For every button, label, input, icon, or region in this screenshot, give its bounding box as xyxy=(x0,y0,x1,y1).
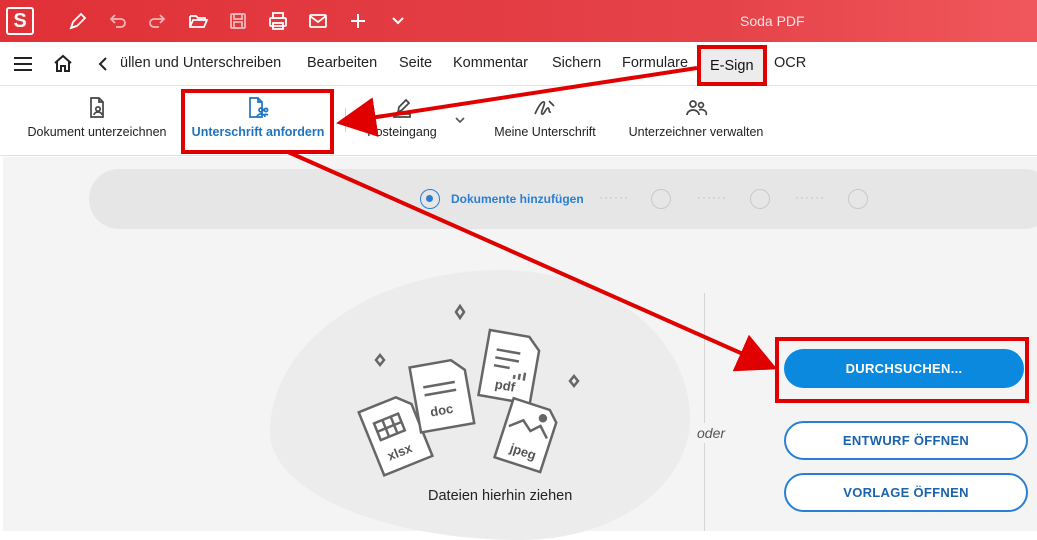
menu-edit[interactable]: Bearbeiten xyxy=(307,55,377,71)
open-draft-button[interactable]: ENTWURF ÖFFNEN xyxy=(784,421,1028,460)
ribbon-label: Dokument unterzeichnen xyxy=(27,125,167,139)
redo-icon[interactable] xyxy=(145,9,169,33)
ribbon-label: Posteingang xyxy=(367,125,437,139)
open-template-button[interactable]: VORLAGE ÖFFNEN xyxy=(784,473,1028,512)
title-bar: S Soda PDF xyxy=(0,0,1037,42)
ribbon-label: Meine Unterschrift xyxy=(494,125,596,139)
ribbon-my-signature[interactable]: Meine Unterschrift xyxy=(486,86,604,156)
menu-bar: üllen und Unterschreiben Bearbeiten Seit… xyxy=(0,42,1037,121)
chevron-left-icon[interactable] xyxy=(96,55,110,78)
folder-open-icon[interactable] xyxy=(186,9,210,33)
ribbon-inbox[interactable]: Posteingang xyxy=(356,86,448,156)
mail-icon[interactable] xyxy=(306,9,330,33)
ribbon-label: Unterzeichner verwalten xyxy=(628,125,764,139)
menu-esign[interactable]: E-Sign xyxy=(697,45,767,86)
step-connector: ······ xyxy=(599,190,629,204)
menu-esign-label: E-Sign xyxy=(710,58,754,74)
chevron-down-icon[interactable] xyxy=(386,9,410,33)
inbox-dropdown-icon[interactable] xyxy=(454,112,466,130)
ribbon-manage-signers[interactable]: Unterzeichner verwalten xyxy=(622,86,770,156)
file-types-illustration: xlsx doc pdf jpeg xyxy=(357,303,580,477)
pen-icon[interactable] xyxy=(66,9,90,33)
step-1-label: Dokumente hinzufügen xyxy=(451,192,584,206)
menu-ocr[interactable]: OCR xyxy=(774,55,806,71)
home-icon[interactable] xyxy=(52,53,74,78)
save-icon[interactable] xyxy=(226,9,250,33)
undo-icon[interactable] xyxy=(106,9,130,33)
step-connector: ······ xyxy=(697,190,727,204)
vertical-divider xyxy=(704,293,705,531)
hamburger-menu-icon[interactable] xyxy=(12,55,34,78)
highlight-request-signature xyxy=(181,89,334,154)
soda-logo[interactable]: S xyxy=(6,7,34,35)
menu-forms[interactable]: Formulare xyxy=(622,55,688,71)
app-title: Soda PDF xyxy=(740,13,805,29)
users-icon xyxy=(683,96,709,120)
step-1-indicator[interactable] xyxy=(420,189,440,209)
plus-icon[interactable] xyxy=(346,9,370,33)
step-2-indicator[interactable] xyxy=(651,189,671,209)
step-3-indicator[interactable] xyxy=(750,189,770,209)
or-label: oder xyxy=(697,423,726,443)
ribbon: Dokument unterzeichnen Unterschrift anfo… xyxy=(0,86,1037,156)
document-user-icon xyxy=(84,96,110,120)
menu-secure[interactable]: Sichern xyxy=(552,55,601,71)
dropzone-label: Dateien hierhin ziehen xyxy=(428,488,573,504)
signature-icon xyxy=(532,96,558,120)
print-icon[interactable] xyxy=(266,9,290,33)
menu-comment[interactable]: Kommentar xyxy=(453,55,528,71)
step-4-indicator[interactable] xyxy=(848,189,868,209)
menu-page[interactable]: Seite xyxy=(399,55,432,71)
pen-tray-icon xyxy=(389,96,415,120)
step-connector: ······ xyxy=(795,190,825,204)
ribbon-separator xyxy=(345,108,346,132)
ribbon-sign-document[interactable]: Dokument unterzeichnen xyxy=(22,86,172,156)
highlight-browse-button xyxy=(775,337,1029,403)
menu-fill-sign[interactable]: üllen und Unterschreiben xyxy=(120,55,281,71)
